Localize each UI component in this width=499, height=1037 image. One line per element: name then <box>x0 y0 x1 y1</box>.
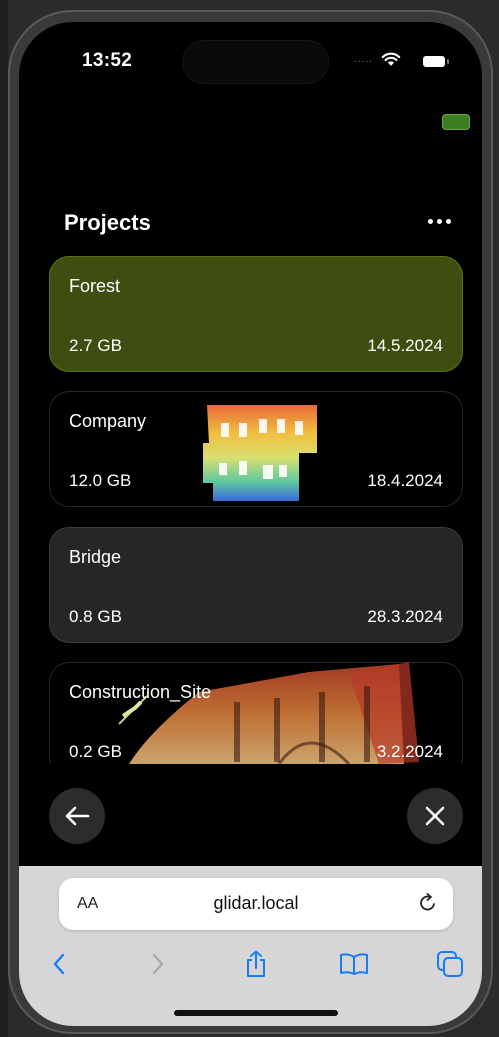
page-title: Projects <box>64 210 151 235</box>
project-size: 0.2 GB <box>69 742 122 761</box>
project-card-forest[interactable]: Forest 2.7 GB 14.5.2024 <box>49 256 463 372</box>
arrow-left-icon <box>65 806 90 826</box>
project-name: Bridge <box>69 547 122 567</box>
chevron-right-icon <box>152 953 164 975</box>
project-date: 14.5.2024 <box>367 336 443 355</box>
project-list: Forest 2.7 GB 14.5.2024 Company 12.0 GB … <box>49 256 463 764</box>
signal-dots: ..... <box>354 54 373 65</box>
project-card-company[interactable]: Company 12.0 GB 18.4.2024 <box>49 391 463 507</box>
close-button[interactable] <box>407 788 463 844</box>
dynamic-island <box>182 40 329 84</box>
tabs-icon <box>437 951 463 977</box>
status-time: 13:52 <box>82 50 133 71</box>
project-size: 2.7 GB <box>69 336 122 355</box>
chevron-left-icon <box>53 953 65 975</box>
reload-icon[interactable] <box>417 892 439 914</box>
project-date: 3.2.2024 <box>376 742 443 761</box>
project-name: Forest <box>69 276 121 296</box>
project-date: 28.3.2024 <box>367 607 443 626</box>
tabs-button[interactable] <box>430 944 470 984</box>
url-text: glidar.local <box>213 893 299 913</box>
connection-indicator <box>443 115 469 129</box>
close-icon <box>425 806 445 826</box>
project-card-bridge[interactable]: Bridge 0.8 GB 28.3.2024 <box>49 527 463 643</box>
back-button[interactable] <box>49 788 105 844</box>
wifi-icon <box>381 52 401 66</box>
project-card-construction-site[interactable]: Construction_Site 0.2 GB 3.2.2024 <box>49 662 463 764</box>
battery-icon <box>423 56 449 67</box>
project-size: 12.0 GB <box>69 471 132 490</box>
project-name: Company <box>69 411 147 431</box>
home-indicator <box>174 1010 338 1016</box>
ellipsis-icon[interactable] <box>421 208 457 234</box>
browser-back-button[interactable] <box>39 944 79 984</box>
bookmarks-button[interactable] <box>334 944 374 984</box>
share-icon <box>247 950 265 977</box>
project-name: Construction_Site <box>69 682 212 702</box>
status-indicators: ..... <box>354 52 401 67</box>
phone-screen: 13:52 ..... Projects Forest 2.7 GB 14.5.… <box>19 22 482 1026</box>
building-pointcloud-thumbnail <box>203 405 317 501</box>
project-size: 0.8 GB <box>69 607 122 626</box>
browser-toolbar: AA glidar.local <box>19 866 482 1026</box>
browser-nav-bar <box>19 944 482 984</box>
book-icon <box>340 953 368 975</box>
share-button[interactable] <box>236 944 276 984</box>
background-strip <box>0 0 8 1037</box>
address-bar[interactable]: AA glidar.local <box>59 878 453 930</box>
browser-forward-button[interactable] <box>138 944 178 984</box>
project-date: 18.4.2024 <box>367 471 443 490</box>
